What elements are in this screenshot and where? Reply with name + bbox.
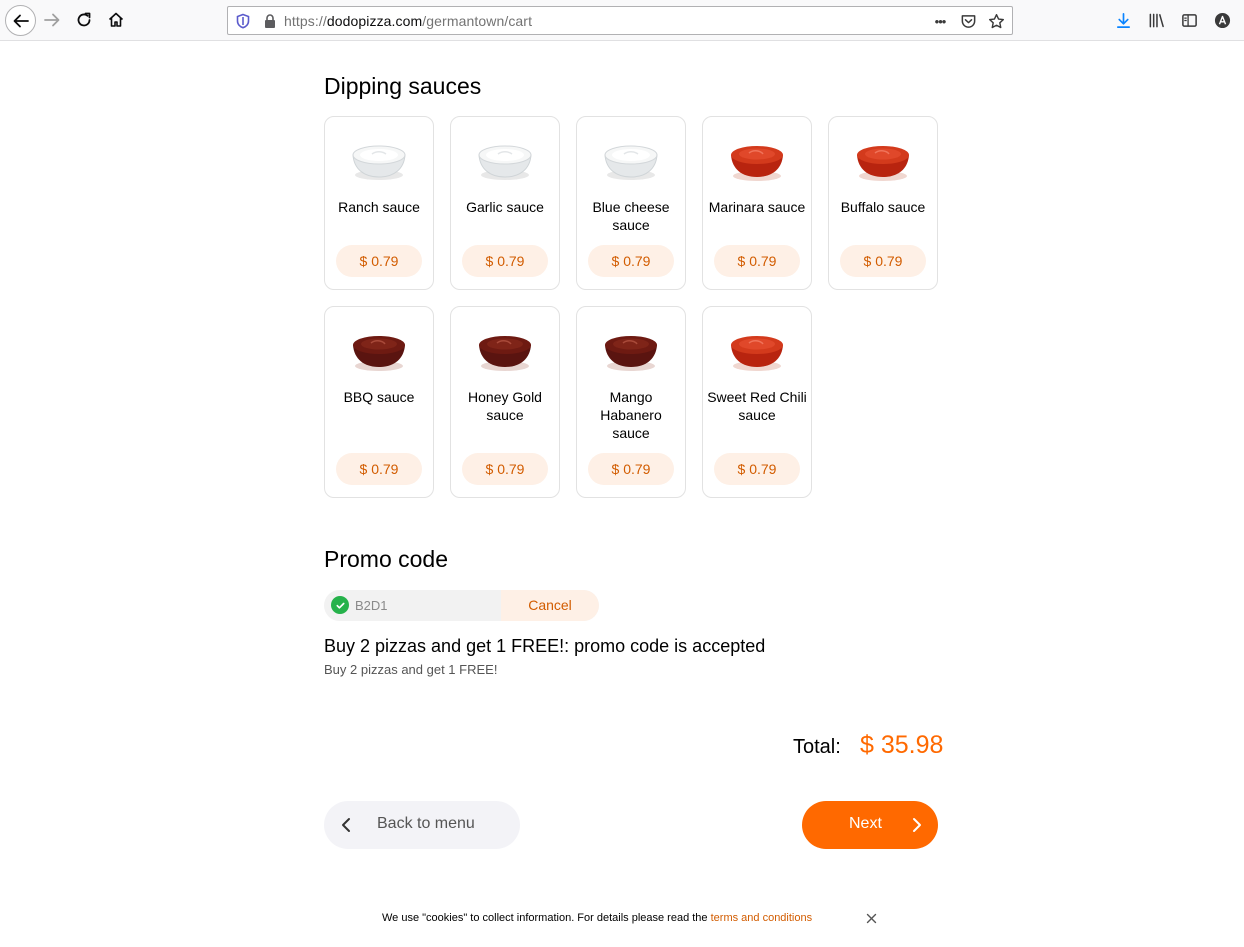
next-button[interactable]: Next — [802, 801, 938, 849]
sauce-bowl-image — [857, 146, 909, 181]
promo-cancel-button[interactable]: Cancel — [501, 590, 599, 621]
back-arrow-icon[interactable] — [5, 5, 36, 36]
sauce-price-button[interactable]: $ 0.79 — [714, 453, 800, 485]
sauce-name: Garlic sauce — [466, 199, 544, 215]
forward-arrow-icon[interactable] — [38, 6, 66, 34]
sauce-card[interactable]: BBQ sauce $ 0.79 — [324, 306, 434, 498]
sauce-name: Ranch sauce — [338, 199, 420, 215]
sauce-price-button[interactable]: $ 0.79 — [840, 245, 926, 277]
downloads-icon[interactable] — [1113, 10, 1133, 30]
promo-status-message: Buy 2 pizzas and get 1 FREE!: promo code… — [324, 636, 766, 656]
account-icon[interactable] — [1212, 10, 1232, 30]
url-bar[interactable]: https://dodopizza.com/germantown/cart ••… — [227, 6, 1013, 35]
bookmark-star-icon[interactable] — [986, 12, 1006, 30]
sauce-card[interactable]: Sweet Red Chili sauce $ 0.79 — [702, 306, 812, 498]
sauce-card[interactable]: Ranch sauce $ 0.79 — [324, 116, 434, 290]
sauce-bowl-image — [731, 336, 783, 371]
url-prefix: https:// — [284, 13, 327, 29]
sauce-bowl-image — [352, 145, 406, 180]
sauce-bowl-image — [731, 146, 783, 181]
tracking-protection-icon[interactable] — [235, 13, 251, 29]
sauce-price-button[interactable]: $ 0.79 — [588, 245, 674, 277]
sauce-card[interactable]: Garlic sauce $ 0.79 — [450, 116, 560, 290]
sauce-price-button[interactable]: $ 0.79 — [588, 453, 674, 485]
sauce-name: Mango Habanero sauce — [600, 389, 662, 441]
chevron-left-icon — [342, 818, 350, 832]
browser-toolbar: https://dodopizza.com/germantown/cart ••… — [0, 0, 1244, 41]
sauce-bowl-image — [353, 336, 405, 371]
pocket-icon[interactable] — [958, 12, 978, 30]
url-text[interactable]: https://dodopizza.com/germantown/cart — [284, 13, 532, 29]
chevron-right-icon — [913, 818, 921, 832]
terms-link[interactable]: terms and conditions — [711, 912, 813, 924]
sauce-name: Blue cheese sauce — [592, 199, 670, 233]
next-label: Next — [849, 815, 882, 832]
close-icon[interactable] — [865, 912, 878, 925]
home-icon[interactable] — [102, 6, 130, 34]
lock-icon[interactable] — [263, 13, 277, 29]
sauce-card[interactable]: Buffalo sauce $ 0.79 — [828, 116, 938, 290]
sauce-price-button[interactable]: $ 0.79 — [714, 245, 800, 277]
sauce-price-button[interactable]: $ 0.79 — [462, 453, 548, 485]
sauce-name: Honey Gold sauce — [468, 389, 542, 423]
sauce-card[interactable]: Blue cheese sauce $ 0.79 — [576, 116, 686, 290]
sauce-card[interactable]: Honey Gold sauce $ 0.79 — [450, 306, 560, 498]
sauces-section-title: Dipping sauces — [324, 73, 482, 99]
sauce-card[interactable]: Mango Habanero sauce $ 0.79 — [576, 306, 686, 498]
library-icon[interactable] — [1146, 10, 1166, 30]
promo-code-value: B2D1 — [355, 598, 388, 613]
sauce-bowl-image — [479, 336, 531, 371]
sauce-name: Buffalo sauce — [840, 199, 926, 215]
sauce-bowl-image — [478, 145, 532, 180]
cookie-banner: We use "cookies" to collect information.… — [0, 909, 1244, 929]
total-value: $ 35.98 — [860, 731, 944, 759]
reload-icon[interactable] — [70, 6, 98, 34]
sauce-card[interactable]: Marinara sauce $ 0.79 — [702, 116, 812, 290]
sauce-price-button[interactable]: $ 0.79 — [336, 453, 422, 485]
url-host: dodopizza.com — [326, 13, 423, 29]
sauce-name: BBQ sauce — [343, 389, 415, 405]
promo-description: Buy 2 pizzas and get 1 FREE! — [324, 662, 498, 677]
cookie-message: We use "cookies" to collect information.… — [382, 912, 711, 924]
sauce-name: Sweet Red Chili sauce — [707, 389, 807, 423]
back-to-menu-button[interactable]: Back to menu — [324, 801, 520, 849]
sauce-bowl-image — [605, 336, 657, 371]
check-icon — [331, 596, 349, 614]
sauce-price-button[interactable]: $ 0.79 — [462, 245, 548, 277]
page-actions-icon[interactable]: ••• — [930, 12, 950, 30]
sauce-price-button[interactable]: $ 0.79 — [336, 245, 422, 277]
total-label: Total: — [793, 736, 841, 758]
promo-section-title: Promo code — [324, 546, 449, 572]
sauce-name: Marinara sauce — [708, 199, 806, 215]
url-path: /germantown/cart — [422, 13, 533, 29]
sidebar-icon[interactable] — [1179, 10, 1199, 30]
cookie-text: We use "cookies" to collect information.… — [382, 912, 812, 924]
sauce-bowl-image — [604, 145, 658, 180]
promo-code-field[interactable]: B2D1 Cancel — [324, 590, 599, 621]
back-to-menu-label: Back to menu — [377, 815, 475, 832]
